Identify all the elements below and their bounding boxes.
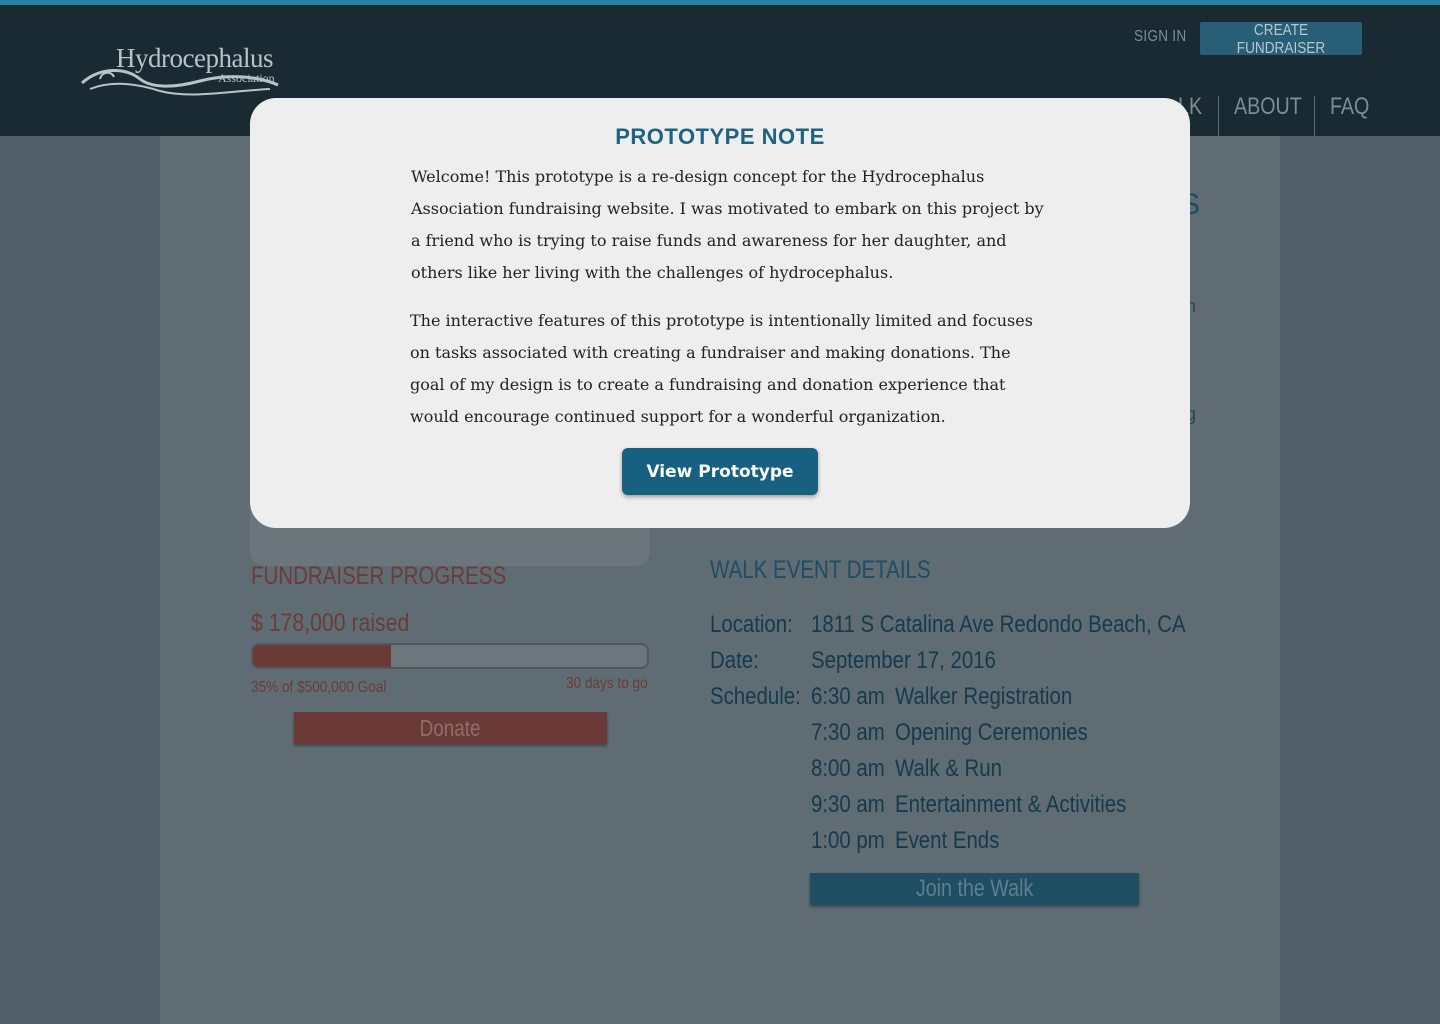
sign-in-link[interactable]: SIGN IN: [1134, 28, 1186, 46]
create-fundraiser-button[interactable]: CREATE FUNDRAISER: [1200, 22, 1362, 57]
logo-subtext: Association: [218, 71, 275, 85]
donate-button[interactable]: Donate: [294, 712, 607, 744]
hydrocephalus-logo[interactable]: Hydrocephalus Association: [80, 41, 290, 103]
walk-event-details-title: WALK EVENT DETAILS: [710, 556, 931, 584]
fundraiser-progress-title: FUNDRAISER PROGRESS: [251, 562, 507, 590]
schedule-event: Entertainment & Activities: [895, 791, 1127, 818]
modal-title: PROTOTYPE NOTE: [615, 124, 825, 149]
schedule-time: 1:00 pm: [811, 827, 885, 854]
days-left-text: 30 days to go: [566, 675, 648, 692]
join-walk-label: Join the Walk: [915, 875, 1034, 902]
amount-raised: $ 178,000 raised: [251, 609, 410, 637]
prototype-note-modal: PROTOTYPE NOTE Welcome! This prototype i…: [250, 98, 1190, 528]
nav-divider: [1314, 96, 1315, 136]
date-label: Date:: [710, 647, 759, 674]
date-value: September 17, 2016: [811, 647, 996, 674]
view-prototype-button[interactable]: View Prototype: [622, 448, 818, 495]
schedule-event: Opening Ceremonies: [895, 719, 1088, 746]
schedule-event: Walker Registration: [895, 683, 1073, 710]
modal-paragraph-1: Welcome! This prototype is a re-design c…: [411, 167, 1044, 282]
schedule-time: 9:30 am: [811, 791, 885, 818]
schedule-time: 8:00 am: [811, 755, 885, 782]
create-fundraiser-label: CREATE FUNDRAISER: [1236, 22, 1326, 57]
schedule-label: Schedule:: [710, 683, 801, 710]
schedule-event: Event Ends: [895, 827, 1000, 854]
donate-label: Donate: [420, 714, 481, 741]
schedule-event: Walk & Run: [895, 755, 1002, 782]
goal-percent-text: 35% of $500,000 Goal: [251, 679, 387, 696]
nav-divider: [1218, 96, 1219, 136]
logo-text: Hydrocephalus: [116, 43, 273, 73]
progress-bar-fill: [253, 645, 391, 667]
nav-item-faq[interactable]: FAQ: [1330, 93, 1369, 121]
schedule-time: 6:30 am: [811, 683, 885, 710]
nav-item-about[interactable]: ABOUT: [1234, 93, 1302, 121]
progress-bar: [251, 643, 649, 669]
location-label: Location:: [710, 611, 793, 638]
location-value: 1811 S Catalina Ave Redondo Beach, CA: [811, 611, 1186, 638]
schedule-time: 7:30 am: [811, 719, 885, 746]
join-walk-button[interactable]: Join the Walk: [810, 873, 1139, 905]
modal-paragraph-2: The interactive features of this prototy…: [410, 311, 1033, 426]
